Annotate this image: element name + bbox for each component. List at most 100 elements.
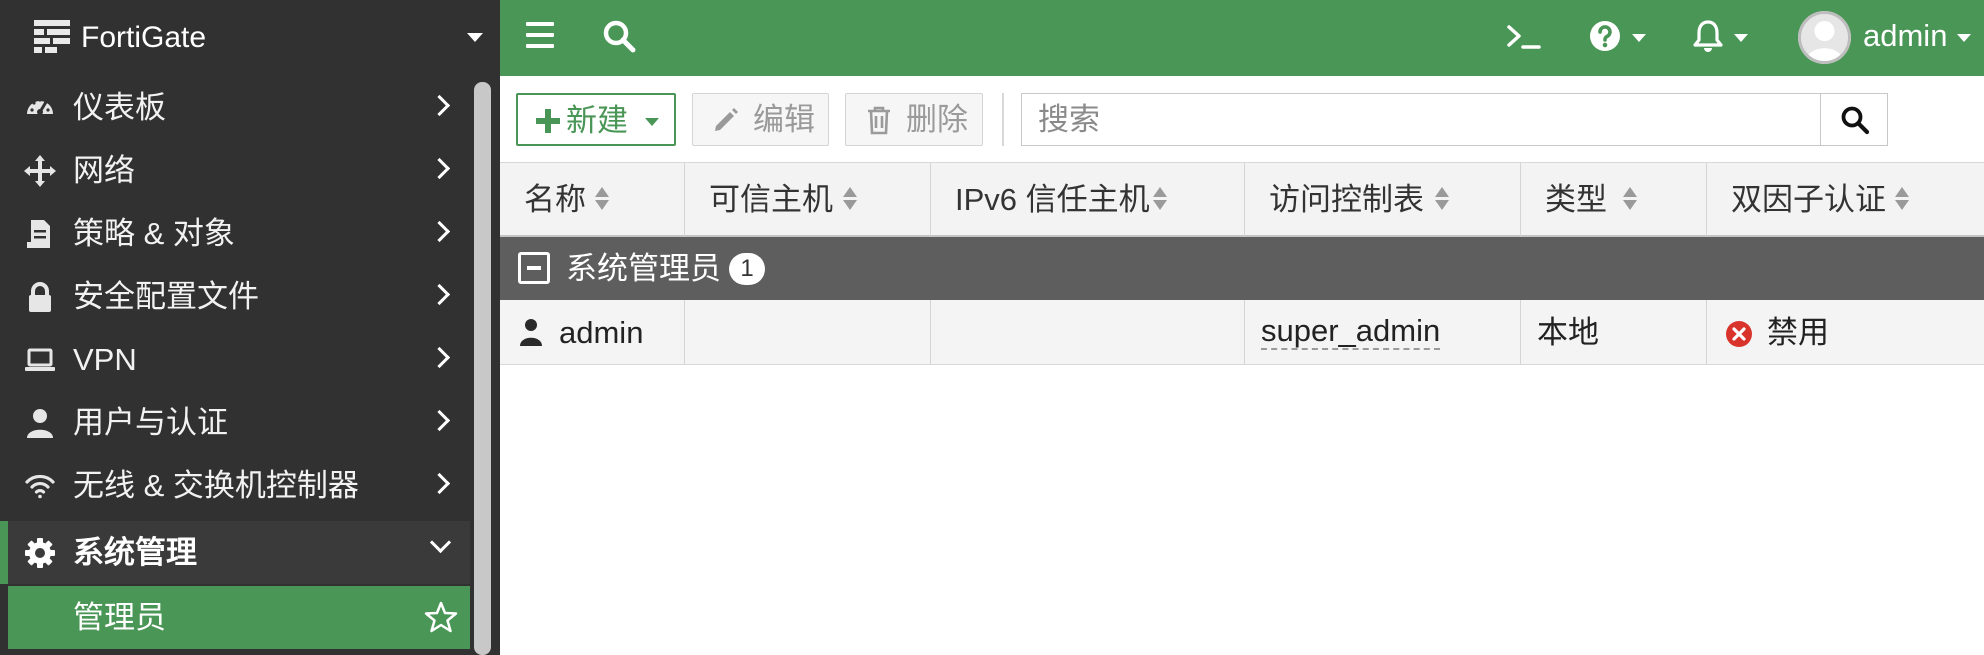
- chevron-right-icon: [428, 157, 451, 180]
- user-dropdown-caret-icon[interactable]: [1957, 34, 1971, 42]
- help-dropdown-caret-icon[interactable]: [1632, 34, 1646, 42]
- sidebar-item-system[interactable]: 系统管理: [0, 521, 470, 584]
- policy-document-icon: [24, 218, 56, 250]
- access-profile-link[interactable]: super_admin: [1261, 314, 1441, 350]
- column-header-label: IPv6 信任主机: [955, 182, 1150, 217]
- chevron-right-icon: [428, 94, 451, 117]
- new-button-label: 新建: [566, 103, 628, 138]
- sort-icon[interactable]: [1623, 187, 1637, 213]
- brand-header[interactable]: FortiGate: [0, 0, 500, 76]
- chevron-right-icon: [428, 472, 451, 495]
- help-icon[interactable]: [1588, 19, 1622, 58]
- disabled-x-icon: [1725, 320, 1753, 353]
- laptop-icon: [24, 344, 56, 376]
- brand-dropdown-caret-icon[interactable]: [467, 33, 483, 42]
- fortigate-logo-icon: [32, 18, 72, 61]
- sort-icon[interactable]: [843, 187, 857, 213]
- sidebar-item-label: 安全配置文件: [73, 279, 259, 314]
- column-header-label: 类型: [1545, 182, 1607, 217]
- two-factor-value: 禁用: [1767, 315, 1829, 350]
- sidebar-subitem-administrators[interactable]: 管理员: [8, 586, 470, 649]
- cell-access-profile: super_admin: [1245, 300, 1521, 364]
- sidebar-scrollbar[interactable]: [474, 82, 491, 655]
- delete-button[interactable]: 删除: [845, 93, 983, 146]
- brand-name: FortiGate: [81, 21, 207, 54]
- sidebar-item-user-auth[interactable]: 用户与认证: [0, 391, 470, 454]
- avatar[interactable]: [1798, 11, 1851, 64]
- search-button[interactable]: [1820, 93, 1888, 146]
- toolbar: 新建 编辑 删除: [500, 76, 1984, 162]
- column-header-trusted-hosts[interactable]: 可信主机: [685, 163, 931, 236]
- chevron-right-icon: [428, 220, 451, 243]
- pencil-icon: [712, 106, 740, 139]
- sidebar-item-label: 仪表板: [73, 90, 166, 125]
- column-header-label: 可信主机: [709, 182, 833, 217]
- sidebar-item-security-profiles[interactable]: 安全配置文件: [0, 265, 470, 328]
- toolbar-divider: [1002, 93, 1004, 146]
- group-row[interactable]: 系统管理员 1: [500, 237, 1984, 300]
- search-icon[interactable]: [602, 19, 636, 58]
- sidebar-item-label: 网络: [73, 153, 135, 188]
- cell-trusted-hosts: [685, 300, 931, 364]
- column-header-type[interactable]: 类型: [1521, 163, 1707, 236]
- new-button[interactable]: 新建: [516, 93, 676, 146]
- column-header-name[interactable]: 名称: [500, 163, 685, 236]
- network-move-icon: [24, 155, 56, 187]
- sidebar-item-label: VPN: [73, 342, 137, 377]
- chevron-right-icon: [428, 283, 451, 306]
- cell-two-factor: 禁用: [1707, 300, 1984, 364]
- sort-icon[interactable]: [1153, 187, 1167, 213]
- delete-button-label: 删除: [906, 102, 968, 137]
- edit-button[interactable]: 编辑: [692, 93, 829, 146]
- group-label: 系统管理员: [566, 251, 721, 286]
- top-bar: admin: [500, 0, 1984, 76]
- admin-name[interactable]: admin: [559, 314, 643, 352]
- type-value: 本地: [1537, 315, 1599, 350]
- sidebar-item-label: 无线 & 交换机控制器: [73, 468, 359, 503]
- sidebar-item-wifi-switch-controller[interactable]: 无线 & 交换机控制器: [0, 454, 470, 517]
- table-header: 名称 可信主机 IPv6 信任主机 访问控制表 类型 双因子认证: [500, 162, 1984, 237]
- sidebar-subitem-label: 管理员: [73, 600, 166, 635]
- trash-icon: [866, 105, 892, 140]
- sidebar-item-vpn[interactable]: VPN: [0, 328, 470, 391]
- wifi-icon: [24, 470, 56, 502]
- cell-name: admin: [500, 300, 685, 364]
- star-icon[interactable]: [424, 600, 458, 634]
- lock-icon: [24, 281, 56, 313]
- table-row[interactable]: admin super_admin 本地 禁用: [500, 300, 1984, 365]
- user-icon: [519, 318, 543, 351]
- plus-icon: [536, 109, 560, 138]
- bell-icon[interactable]: [1692, 18, 1724, 59]
- chevron-right-icon: [428, 346, 451, 369]
- column-header-access-profile[interactable]: 访问控制表: [1245, 163, 1521, 236]
- cell-ipv6-trusted-hosts: [931, 300, 1245, 364]
- sort-icon[interactable]: [1435, 187, 1449, 213]
- user-icon: [24, 407, 56, 439]
- chevron-right-icon: [428, 409, 451, 432]
- column-header-label: 名称: [524, 182, 586, 217]
- user-name[interactable]: admin: [1863, 16, 1947, 56]
- sidebar-item-dashboard[interactable]: 仪表板: [0, 76, 470, 139]
- new-dropdown-caret-icon[interactable]: [645, 118, 659, 126]
- column-header-ipv6-trusted-hosts[interactable]: IPv6 信任主机: [931, 163, 1245, 236]
- cell-type: 本地: [1521, 300, 1707, 364]
- sidebar-item-network[interactable]: 网络: [0, 139, 470, 202]
- dashboard-icon: [24, 92, 56, 124]
- notifications-dropdown-caret-icon[interactable]: [1734, 34, 1748, 42]
- group-count-badge: 1: [729, 253, 765, 285]
- menu-icon[interactable]: [524, 20, 556, 55]
- collapse-icon[interactable]: [518, 252, 550, 284]
- column-header-label: 双因子认证: [1731, 182, 1886, 217]
- column-header-two-factor[interactable]: 双因子认证: [1707, 163, 1984, 236]
- column-header-label: 访问控制表: [1269, 182, 1424, 217]
- sidebar-item-label: 用户与认证: [73, 405, 228, 440]
- edit-button-label: 编辑: [753, 102, 815, 137]
- search-input[interactable]: [1021, 93, 1821, 146]
- sort-icon[interactable]: [1895, 187, 1909, 213]
- sidebar: FortiGate 仪表板 网络 策略 & 对象 安全配置文件 VPN 用户与认…: [0, 0, 500, 655]
- sort-icon[interactable]: [595, 187, 609, 213]
- sidebar-item-label: 系统管理: [73, 535, 197, 570]
- sidebar-item-policy-objects[interactable]: 策略 & 对象: [0, 202, 470, 265]
- gear-icon: [24, 537, 56, 569]
- cli-console-icon[interactable]: [1506, 22, 1542, 57]
